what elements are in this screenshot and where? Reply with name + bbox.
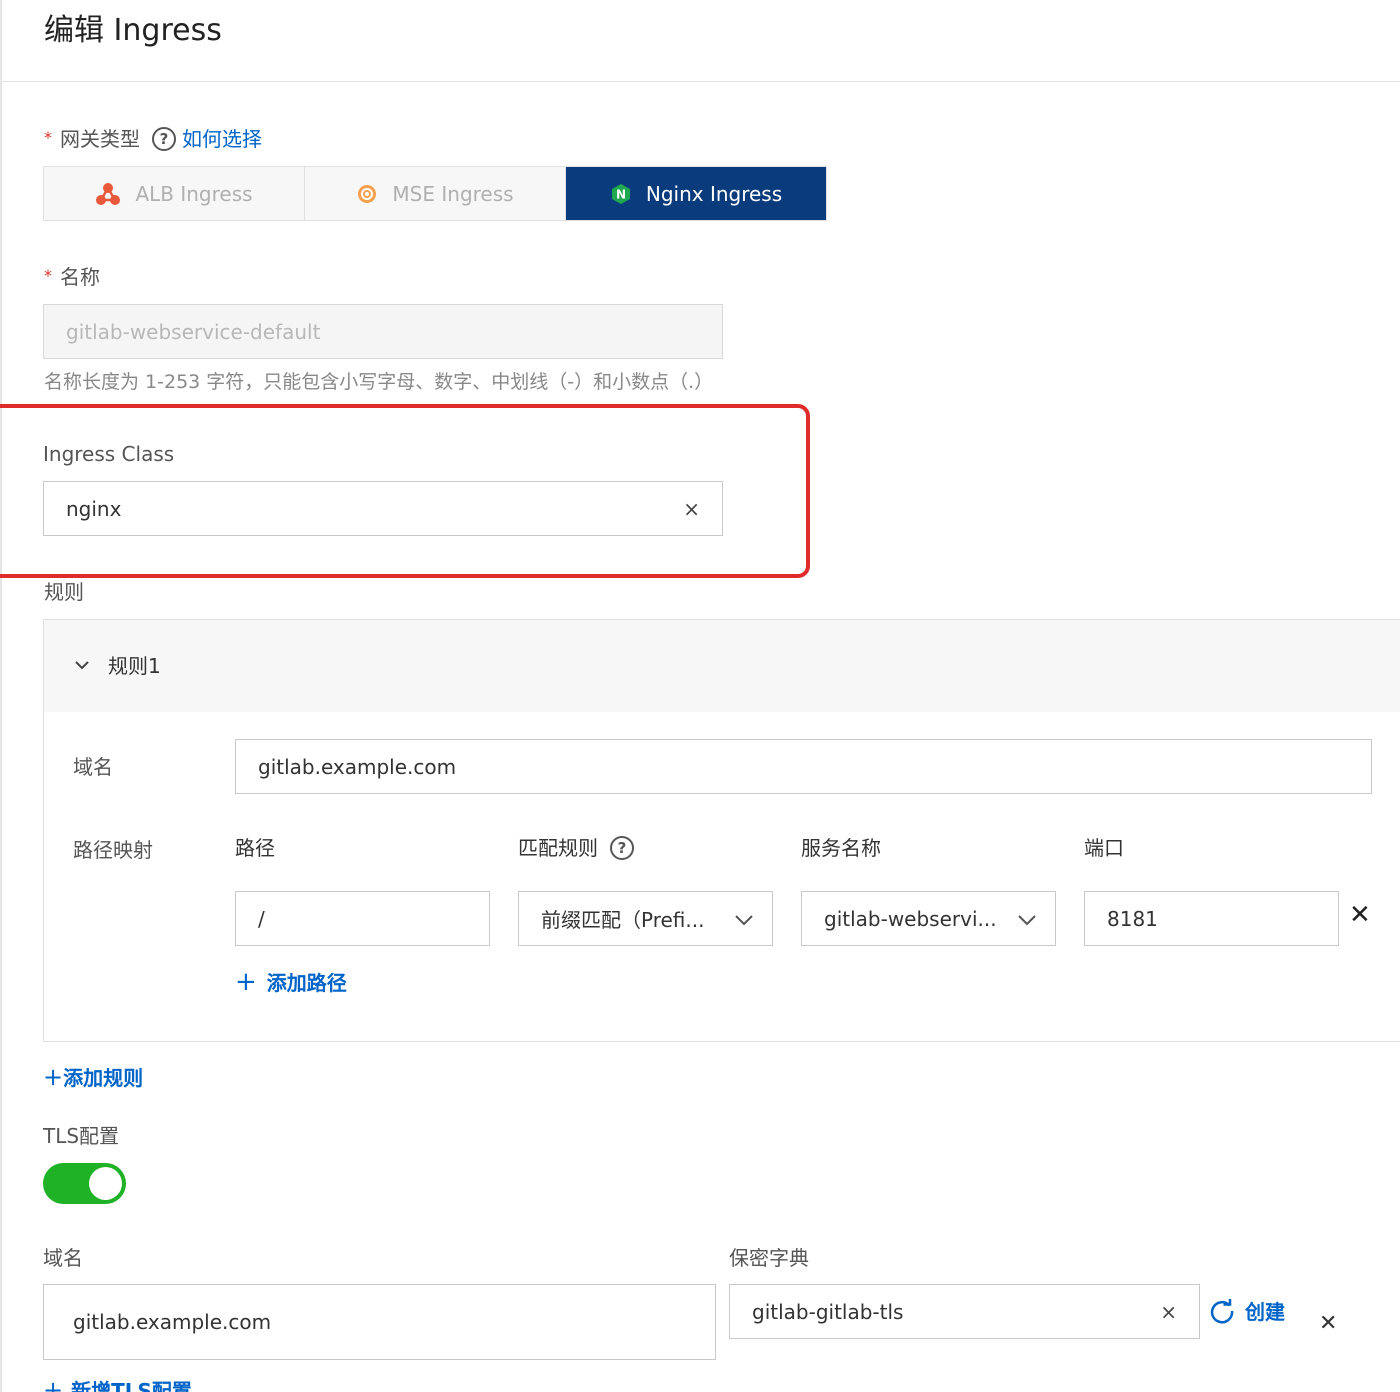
gateway-type-label: 网关类型 — [60, 127, 140, 151]
clear-icon[interactable]: × — [1160, 1300, 1177, 1324]
rule-panel: 规则1 域名 gitlab.example.com 路径映射 路径 匹配规则? … — [43, 619, 1400, 1042]
plus-icon: + — [43, 1376, 64, 1392]
gateway-type-selector: ALB Ingress MSE Ingress N Nginx Ingress — [43, 166, 827, 221]
domain-value: gitlab.example.com — [258, 754, 457, 779]
path-mapping-label: 路径映射 — [73, 838, 153, 862]
alb-icon — [95, 182, 121, 206]
col-match-label: 匹配规则 — [518, 836, 598, 860]
rule-title: 规则1 — [108, 654, 161, 678]
tls-label: TLS配置 — [43, 1124, 120, 1148]
service-name-select[interactable]: gitlab-webservi... — [801, 891, 1056, 946]
create-secret-button[interactable]: 创建 — [1209, 1296, 1285, 1325]
path-input[interactable]: / — [235, 891, 490, 946]
help-icon[interactable]: ? — [152, 126, 176, 151]
tls-domain-value: gitlab.example.com — [73, 1310, 272, 1334]
rules-label: 规则 — [44, 580, 84, 604]
gateway-option-label: Nginx Ingress — [645, 181, 783, 206]
match-rule-select[interactable]: 前缀匹配（Prefi... — [518, 891, 773, 946]
title-divider — [2, 81, 1400, 82]
gateway-option-nginx[interactable]: N Nginx Ingress — [566, 167, 826, 220]
plus-icon: + — [43, 1063, 64, 1091]
add-rule-label: 添加规则 — [63, 1066, 144, 1090]
name-field-label: * 名称 — [44, 263, 100, 293]
add-path-button[interactable]: + 添加路径 — [235, 967, 347, 997]
gateway-option-mse[interactable]: MSE Ingress — [305, 167, 566, 220]
nginx-icon-letter: N — [616, 187, 626, 201]
col-port-header: 端口 — [1084, 836, 1124, 860]
chevron-down-icon — [1017, 907, 1037, 931]
left-border — [0, 0, 2, 1392]
how-to-choose-link[interactable]: 如何选择 — [182, 127, 262, 151]
rule-header[interactable]: 规则1 — [44, 620, 1400, 712]
chevron-down-icon — [734, 907, 754, 931]
chevron-down-icon[interactable] — [74, 656, 90, 675]
col-service-header: 服务名称 — [801, 836, 881, 860]
tls-secret-value: gitlab-gitlab-tls — [752, 1299, 904, 1324]
tls-domain-input[interactable]: gitlab.example.com — [43, 1284, 716, 1360]
domain-input[interactable]: gitlab.example.com — [235, 739, 1372, 794]
gateway-option-label: MSE Ingress — [392, 181, 514, 206]
col-path-header: 路径 — [235, 836, 275, 860]
add-tls-button[interactable]: + 新增TLS配置 — [43, 1376, 192, 1392]
highlight-box — [0, 404, 810, 578]
path-value: / — [258, 906, 265, 931]
help-icon[interactable]: ? — [610, 835, 634, 860]
tls-domain-label: 域名 — [43, 1246, 83, 1270]
toggle-knob — [89, 1167, 122, 1200]
add-tls-label: 新增TLS配置 — [71, 1379, 192, 1392]
create-label: 创建 — [1245, 1300, 1285, 1324]
refresh-icon — [1209, 1298, 1235, 1324]
service-name-value: gitlab-webservi... — [824, 906, 997, 931]
tls-secret-select[interactable]: gitlab-gitlab-tls × — [729, 1284, 1200, 1339]
plus-icon: + — [235, 967, 257, 997]
name-value: gitlab-webservice-default — [66, 319, 321, 344]
tls-toggle[interactable] — [43, 1163, 126, 1204]
tls-secret-label: 保密字典 — [729, 1246, 809, 1270]
col-match-header: 匹配规则? — [518, 834, 640, 862]
nginx-icon: N — [610, 183, 632, 205]
name-hint: 名称长度为 1-253 字符，只能包含小写字母、数字、中划线（-）和小数点（.） — [44, 371, 714, 393]
name-label: 名称 — [60, 265, 100, 289]
gateway-option-label: ALB Ingress — [135, 181, 253, 206]
required-mark: * — [44, 128, 52, 147]
required-mark: * — [44, 266, 52, 285]
match-rule-value: 前缀匹配（Prefi... — [541, 908, 705, 932]
gateway-option-alb[interactable]: ALB Ingress — [44, 167, 305, 220]
gateway-type-field-label: * 网关类型? 如何选择 — [44, 125, 262, 155]
add-rule-button[interactable]: +添加规则 — [43, 1062, 143, 1091]
remove-tls-icon[interactable]: ✕ — [1319, 1311, 1337, 1336]
mse-icon — [356, 183, 378, 205]
page-title: 编辑 Ingress — [44, 13, 222, 48]
domain-label: 域名 — [73, 755, 113, 779]
name-input[interactable]: gitlab-webservice-default — [43, 304, 723, 359]
port-input[interactable]: 8181 — [1084, 891, 1339, 946]
port-value: 8181 — [1107, 906, 1158, 931]
remove-path-icon[interactable]: ✕ — [1349, 900, 1371, 930]
add-path-label: 添加路径 — [266, 971, 347, 995]
